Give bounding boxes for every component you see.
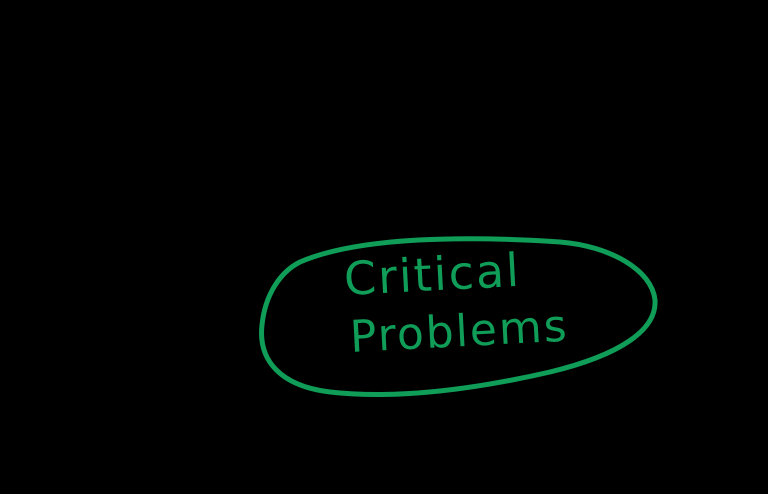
drawing-canvas: Critical Problems	[0, 0, 768, 494]
ellipse-label-line1: Critical	[342, 242, 523, 306]
diagram-svg	[259, 236, 658, 398]
